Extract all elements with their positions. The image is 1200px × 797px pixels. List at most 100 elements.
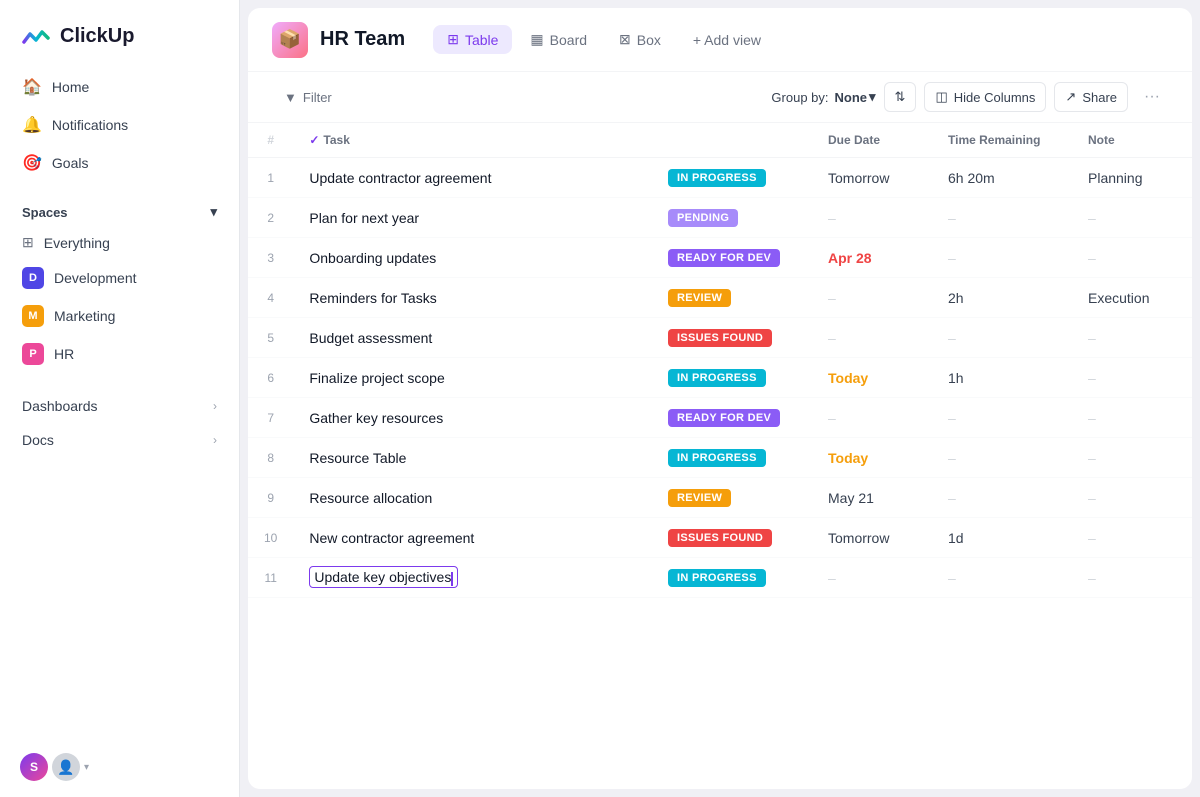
avatar-stack[interactable]: S 👤 ▾ xyxy=(20,753,89,781)
cell-status[interactable]: IN PROGRESS xyxy=(652,158,812,198)
cell-time-remaining: – xyxy=(932,478,1072,518)
tasks-table: # ✓ Task Due Date Time Remaining Note 1U… xyxy=(248,123,1192,598)
cell-task[interactable]: Update key objectives xyxy=(293,558,652,598)
group-by: Group by: None ▾ xyxy=(771,89,875,105)
cell-task[interactable]: Update contractor agreement xyxy=(293,158,652,198)
cell-num: 1 xyxy=(248,158,293,198)
filter-icon: ▼ xyxy=(284,90,297,105)
main-header: 📦 HR Team ⊞ Table ▦ Board ⊠ Box + Add vi… xyxy=(248,8,1192,72)
cell-due-date: Tomorrow xyxy=(812,158,932,198)
group-by-label: Group by: xyxy=(771,90,828,105)
table-row: 8Resource TableIN PROGRESSToday–– xyxy=(248,438,1192,478)
cell-time-remaining: – xyxy=(932,198,1072,238)
cell-due-date: Apr 28 xyxy=(812,238,932,278)
hr-badge: P xyxy=(22,343,44,365)
sidebar-item-everything-label: Everything xyxy=(44,235,110,251)
tab-board[interactable]: ▦ Board xyxy=(516,25,601,54)
cell-task[interactable]: Reminders for Tasks xyxy=(293,278,652,318)
spaces-section: Spaces ▾ ⊞ Everything D Development M Ma… xyxy=(0,182,239,377)
cell-status[interactable]: READY FOR DEV xyxy=(652,398,812,438)
cell-note: Planning xyxy=(1072,158,1192,198)
cell-task[interactable]: Resource Table xyxy=(293,438,652,478)
spaces-header[interactable]: Spaces ▾ xyxy=(12,198,227,226)
cell-due-date: Today xyxy=(812,358,932,398)
more-options-button[interactable]: ··· xyxy=(1136,82,1168,112)
sidebar-item-development[interactable]: D Development xyxy=(12,259,227,297)
cell-time-remaining: – xyxy=(932,438,1072,478)
filter-button[interactable]: ▼ Filter xyxy=(272,84,344,111)
sort-icon: ⇅ xyxy=(895,89,906,105)
table-row: 10New contractor agreementISSUES FOUNDTo… xyxy=(248,518,1192,558)
cell-status[interactable]: PENDING xyxy=(652,198,812,238)
group-by-value[interactable]: None ▾ xyxy=(835,89,876,105)
share-label: Share xyxy=(1082,90,1117,105)
table-body: 1Update contractor agreementIN PROGRESST… xyxy=(248,158,1192,598)
sidebar-item-home[interactable]: 🏠 Home xyxy=(12,68,227,106)
cell-time-remaining: – xyxy=(932,558,1072,598)
cell-task[interactable]: Budget assessment xyxy=(293,318,652,358)
everything-icon: ⊞ xyxy=(22,234,34,251)
cell-time-remaining: 6h 20m xyxy=(932,158,1072,198)
sidebar-item-dashboards[interactable]: Dashboards › xyxy=(12,389,227,423)
cell-note: – xyxy=(1072,358,1192,398)
goals-icon: 🎯 xyxy=(22,153,42,173)
sidebar-item-goals[interactable]: 🎯 Goals xyxy=(12,144,227,182)
cell-status[interactable]: REVIEW xyxy=(652,278,812,318)
hide-columns-button[interactable]: ◫ Hide Columns xyxy=(924,82,1046,112)
add-view-button[interactable]: + Add view xyxy=(679,26,775,54)
cell-task[interactable]: Gather key resources xyxy=(293,398,652,438)
table-row: 5Budget assessmentISSUES FOUND––– xyxy=(248,318,1192,358)
bell-icon: 🔔 xyxy=(22,115,42,135)
cell-task[interactable]: Resource allocation xyxy=(293,478,652,518)
logo-text: ClickUp xyxy=(60,25,134,48)
share-button[interactable]: ↗ Share xyxy=(1054,82,1128,112)
col-status xyxy=(652,123,812,158)
cell-due-date: – xyxy=(812,278,932,318)
sidebar-item-notifications[interactable]: 🔔 Notifications xyxy=(12,106,227,144)
tab-table[interactable]: ⊞ Table xyxy=(433,25,512,54)
col-time-remaining: Time Remaining xyxy=(932,123,1072,158)
cell-num: 4 xyxy=(248,278,293,318)
sidebar-item-marketing[interactable]: M Marketing xyxy=(12,297,227,335)
cell-status[interactable]: IN PROGRESS xyxy=(652,558,812,598)
cell-status[interactable]: IN PROGRESS xyxy=(652,438,812,478)
cell-time-remaining: – xyxy=(932,318,1072,358)
view-tabs: ⊞ Table ▦ Board ⊠ Box + Add view xyxy=(433,25,775,54)
cell-time-remaining: 1d xyxy=(932,518,1072,558)
docs-chevron-icon: › xyxy=(213,433,217,447)
add-view-label: + Add view xyxy=(693,32,761,48)
cell-status[interactable]: ISSUES FOUND xyxy=(652,318,812,358)
tab-box[interactable]: ⊠ Box xyxy=(605,25,675,54)
workspace-icon: 📦 xyxy=(272,22,308,58)
home-icon: 🏠 xyxy=(22,77,42,97)
docs-label: Docs xyxy=(22,432,54,448)
sidebar-item-docs[interactable]: Docs › xyxy=(12,423,227,457)
avatar-s: S xyxy=(20,753,48,781)
cell-status[interactable]: REVIEW xyxy=(652,478,812,518)
cell-note: – xyxy=(1072,398,1192,438)
tab-board-label: Board xyxy=(550,32,587,48)
clickup-logo-icon xyxy=(20,20,52,52)
sidebar-item-everything[interactable]: ⊞ Everything xyxy=(12,226,227,259)
cell-status[interactable]: ISSUES FOUND xyxy=(652,518,812,558)
cell-status[interactable]: READY FOR DEV xyxy=(652,238,812,278)
checkmark-icon: ✓ xyxy=(309,133,319,147)
cell-num: 6 xyxy=(248,358,293,398)
cell-num: 3 xyxy=(248,238,293,278)
cell-task[interactable]: Finalize project scope xyxy=(293,358,652,398)
dashboards-chevron-icon: › xyxy=(213,399,217,413)
cell-due-date: – xyxy=(812,318,932,358)
share-icon: ↗ xyxy=(1065,89,1076,105)
development-badge: D xyxy=(22,267,44,289)
cell-task[interactable]: Plan for next year xyxy=(293,198,652,238)
hide-columns-icon: ◫ xyxy=(935,89,947,105)
cell-status[interactable]: IN PROGRESS xyxy=(652,358,812,398)
cell-num: 2 xyxy=(248,198,293,238)
sort-button[interactable]: ⇅ xyxy=(884,82,917,112)
cell-task[interactable]: New contractor agreement xyxy=(293,518,652,558)
sidebar-item-hr[interactable]: P HR xyxy=(12,335,227,373)
cell-num: 11 xyxy=(248,558,293,598)
cell-note: Execution xyxy=(1072,278,1192,318)
table-row: 4Reminders for TasksREVIEW–2hExecution xyxy=(248,278,1192,318)
cell-task[interactable]: Onboarding updates xyxy=(293,238,652,278)
